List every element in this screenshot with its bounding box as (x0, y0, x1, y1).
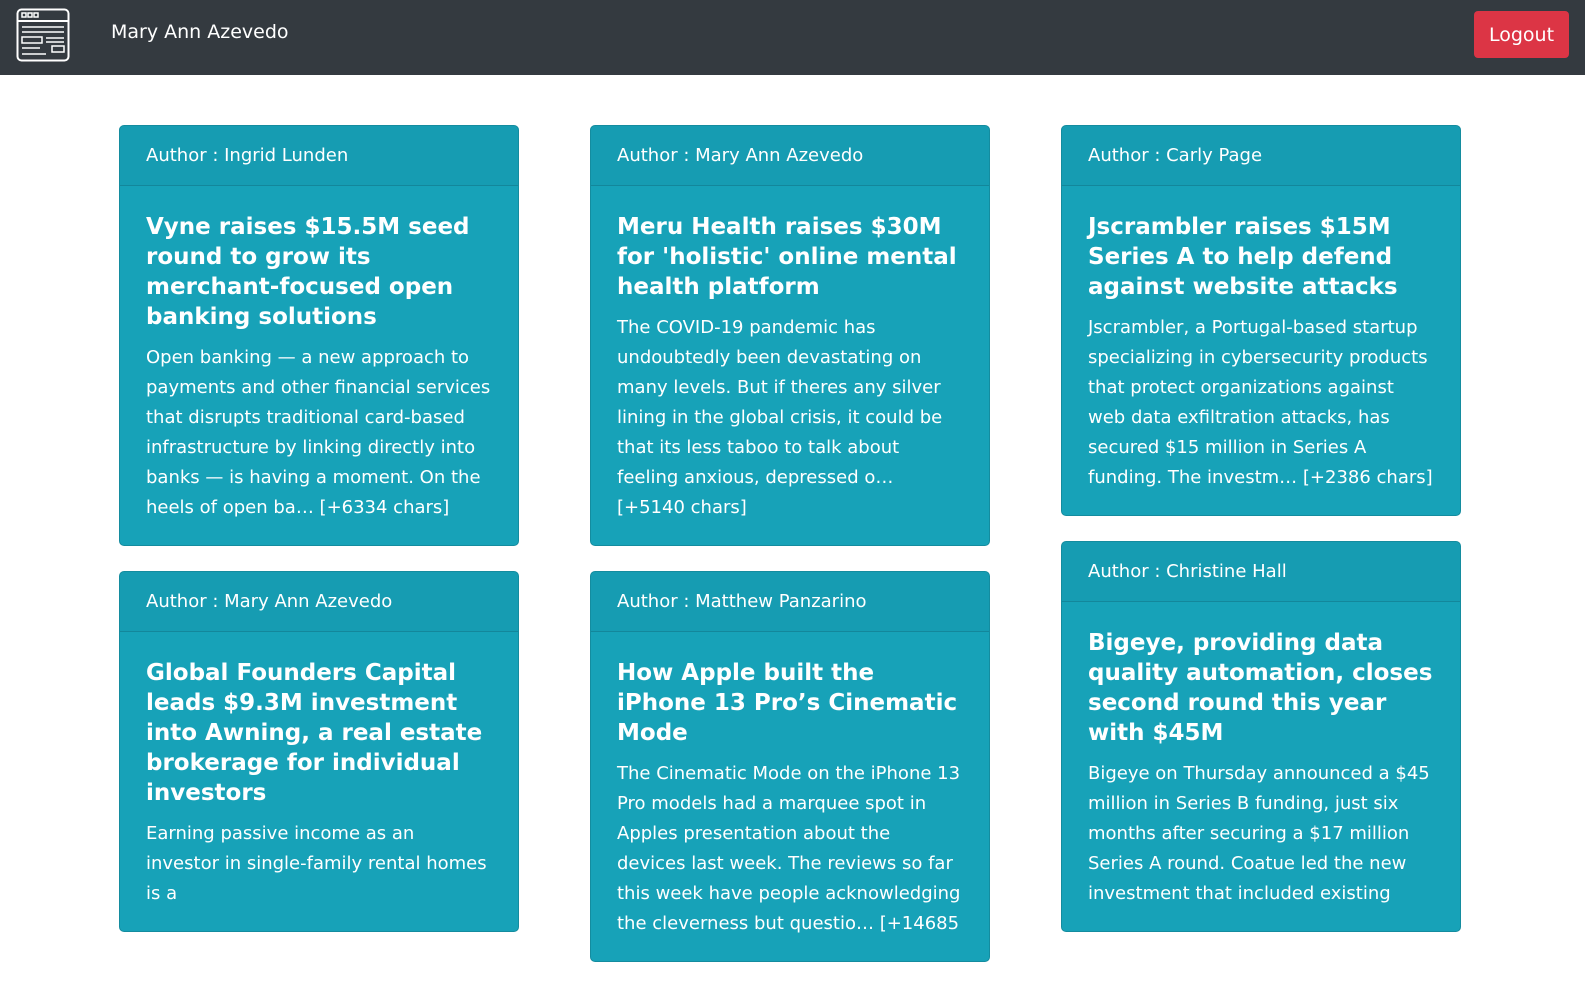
card-author: Author : Christine Hall (1062, 542, 1460, 602)
card-description: Bigeye on Thursday announced a $45 milli… (1088, 763, 1430, 904)
news-card[interactable]: Author : Ingrid Lunden Vyne raises $15.5… (119, 125, 519, 546)
card-title: Jscrambler raises $15M Series A to help … (1088, 214, 1398, 300)
news-card[interactable]: Author : Mary Ann Azevedo Global Founder… (119, 571, 519, 932)
card-title: Bigeye, providing data quality automatio… (1088, 630, 1433, 746)
news-column-2: Author : Mary Ann Azevedo Meru Health ra… (590, 125, 990, 987)
news-logo-icon[interactable] (16, 8, 70, 62)
card-body: How Apple built the iPhone 13 Pro’s Cine… (591, 632, 989, 961)
card-body: Vyne raises $15.5M seed round to grow it… (120, 186, 518, 545)
news-card[interactable]: Author : Christine Hall Bigeye, providin… (1061, 541, 1461, 932)
card-author: Author : Matthew Panzarino (591, 572, 989, 632)
card-body: Meru Health raises $30M for 'holistic' o… (591, 186, 989, 545)
news-card[interactable]: Author : Carly Page Jscrambler raises $1… (1061, 125, 1461, 516)
card-body: Global Founders Capital leads $9.3M inve… (120, 632, 518, 931)
card-description: Earning passive income as an investor in… (146, 823, 487, 904)
card-author: Author : Mary Ann Azevedo (591, 126, 989, 186)
card-title: How Apple built the iPhone 13 Pro’s Cine… (617, 660, 958, 746)
card-title: Vyne raises $15.5M seed round to grow it… (146, 214, 470, 330)
news-card[interactable]: Author : Matthew Panzarino How Apple bui… (590, 571, 990, 962)
news-card[interactable]: Author : Mary Ann Azevedo Meru Health ra… (590, 125, 990, 546)
card-body: Bigeye, providing data quality automatio… (1062, 602, 1460, 931)
logout-button[interactable]: Logout (1474, 11, 1569, 58)
top-navbar: Mary Ann Azevedo Logout (0, 0, 1585, 75)
card-description: Jscrambler, a Portugal-based startup spe… (1088, 317, 1433, 488)
card-title: Global Founders Capital leads $9.3M inve… (146, 660, 483, 806)
card-description: Open banking — a new approach to payment… (146, 347, 491, 518)
card-description: The Cinematic Mode on the iPhone 13 Pro … (617, 763, 961, 934)
card-author: Author : Ingrid Lunden (120, 126, 518, 186)
news-column-1: Author : Ingrid Lunden Vyne raises $15.5… (119, 125, 519, 957)
current-user-name: Mary Ann Azevedo (111, 21, 289, 43)
card-title: Meru Health raises $30M for 'holistic' o… (617, 214, 957, 300)
card-author: Author : Mary Ann Azevedo (120, 572, 518, 632)
card-description: The COVID-19 pandemic has undoubtedly be… (617, 317, 943, 518)
card-body: Jscrambler raises $15M Series A to help … (1062, 186, 1460, 515)
card-author: Author : Carly Page (1062, 126, 1460, 186)
news-column-3: Author : Carly Page Jscrambler raises $1… (1061, 125, 1461, 957)
